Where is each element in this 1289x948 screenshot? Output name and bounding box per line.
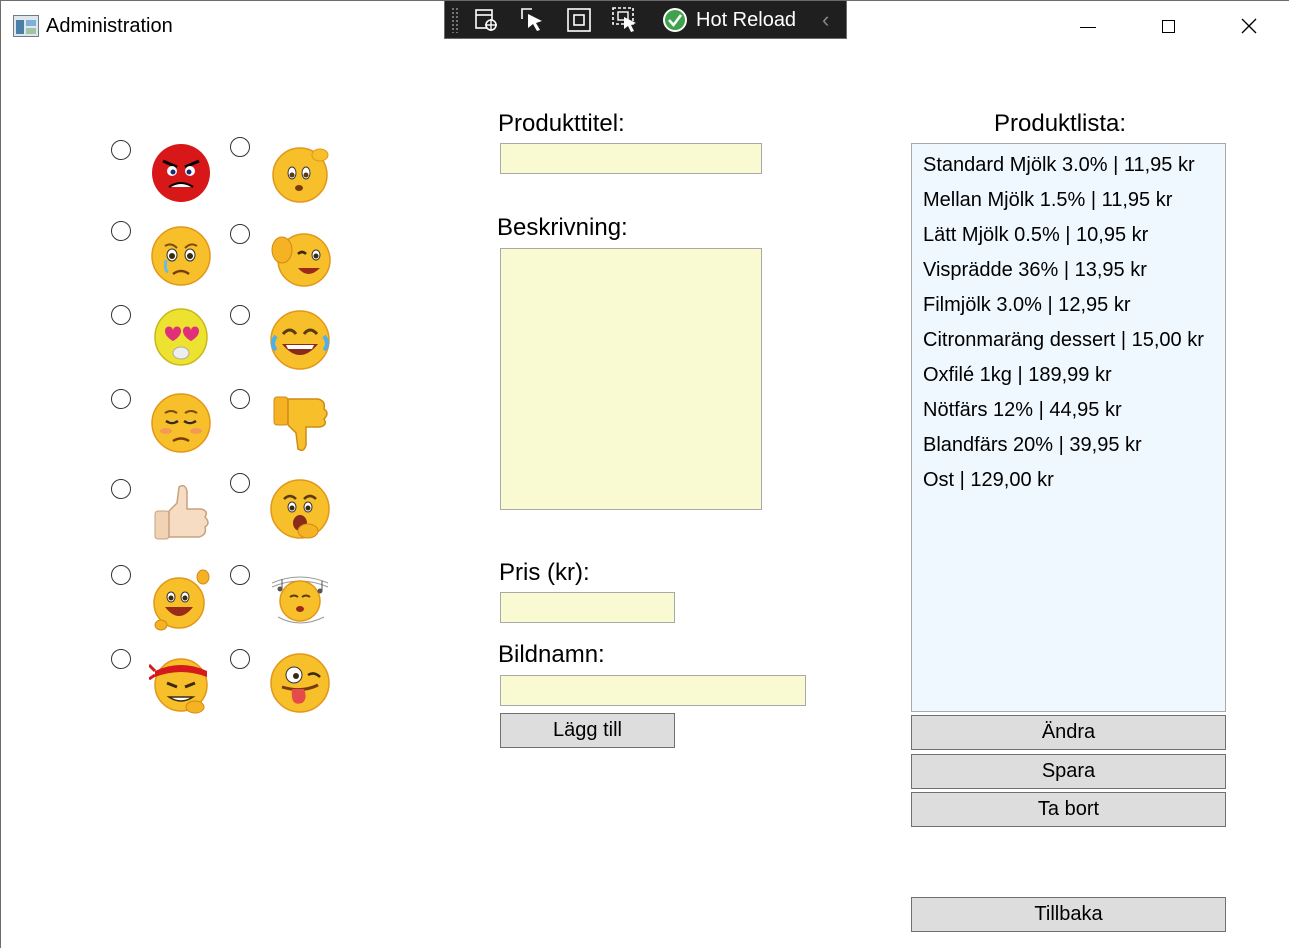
emoji-radio-7[interactable] bbox=[111, 389, 131, 409]
select-element-icon[interactable] bbox=[518, 5, 548, 35]
emoji-radio-9[interactable] bbox=[111, 479, 131, 499]
sad-blushing-face-icon bbox=[151, 393, 211, 453]
hot-reload-label[interactable]: Hot Reload bbox=[696, 9, 796, 32]
yawning-face-icon bbox=[270, 479, 330, 539]
minimize-icon bbox=[1080, 26, 1096, 28]
minimize-button[interactable] bbox=[1048, 0, 1128, 52]
emoji-radio-6[interactable] bbox=[230, 305, 250, 325]
price-input[interactable] bbox=[500, 592, 675, 623]
app-window-icon bbox=[13, 15, 39, 37]
thumbs-down-icon bbox=[273, 396, 328, 452]
tears-of-joy-face-icon bbox=[270, 310, 330, 370]
list-item[interactable]: Citronmaräng dessert | 15,00 kr bbox=[923, 329, 1204, 352]
live-visual-tree-icon[interactable] bbox=[472, 5, 502, 35]
delete-button[interactable]: Ta bort bbox=[911, 792, 1226, 827]
heart-eyes-face-icon bbox=[154, 308, 208, 366]
emoji-radio-10[interactable] bbox=[230, 473, 250, 493]
emoji-radio-4[interactable] bbox=[230, 224, 250, 244]
maximize-button[interactable] bbox=[1128, 0, 1208, 52]
emoji-radio-12[interactable] bbox=[230, 565, 250, 585]
crying-face-icon bbox=[151, 226, 211, 286]
debug-toolbar: Hot Reload ‹ bbox=[444, 0, 847, 39]
emoji-radio-13[interactable] bbox=[111, 649, 131, 669]
list-item[interactable]: Mellan Mjölk 1.5% | 11,95 kr bbox=[923, 189, 1172, 212]
close-button[interactable] bbox=[1209, 0, 1289, 52]
emoji-radio-8[interactable] bbox=[230, 389, 250, 409]
track-focused-element-icon[interactable] bbox=[610, 5, 640, 35]
product-list[interactable]: Standard Mjölk 3.0% | 11,95 kr Mellan Mj… bbox=[911, 143, 1226, 712]
display-layout-adorners-icon[interactable] bbox=[564, 5, 594, 35]
image-name-label: Bildnamn: bbox=[498, 641, 605, 668]
save-button[interactable]: Spara bbox=[911, 754, 1226, 789]
emoji-radio-3[interactable] bbox=[111, 221, 131, 241]
price-label: Pris (kr): bbox=[499, 559, 590, 586]
close-icon bbox=[1241, 18, 1257, 34]
emoji-radio-1[interactable] bbox=[111, 140, 131, 160]
list-item[interactable]: Ost | 129,00 kr bbox=[923, 469, 1054, 492]
confused-scratching-head-icon bbox=[272, 147, 329, 203]
product-title-input[interactable] bbox=[500, 143, 762, 174]
list-item[interactable]: Standard Mjölk 3.0% | 11,95 kr bbox=[923, 154, 1195, 177]
emoji-radio-5[interactable] bbox=[111, 305, 131, 325]
music-note-face-icon bbox=[271, 576, 329, 624]
thumbs-up-wink-face-icon bbox=[271, 233, 331, 287]
toolbar-grip-icon[interactable] bbox=[451, 7, 459, 33]
list-item[interactable]: Visprädde 36% | 13,95 kr bbox=[923, 259, 1147, 282]
hot-reload-check-icon[interactable] bbox=[662, 7, 688, 33]
maximize-icon bbox=[1161, 19, 1175, 33]
silly-tongue-face-icon bbox=[270, 653, 330, 713]
emoji-radio-2[interactable] bbox=[230, 137, 250, 157]
add-product-button[interactable]: Lägg till bbox=[500, 713, 675, 748]
list-item[interactable]: Lätt Mjölk 0.5% | 10,95 kr bbox=[923, 224, 1148, 247]
image-name-input[interactable] bbox=[500, 675, 806, 706]
thumbs-up-hand-icon bbox=[154, 484, 209, 540]
cheering-face-icon bbox=[153, 569, 210, 631]
list-item[interactable]: Filmjölk 3.0% | 12,95 kr bbox=[923, 294, 1131, 317]
product-list-label: Produktlista: bbox=[994, 110, 1127, 137]
description-label: Beskrivning: bbox=[497, 214, 628, 241]
ninja-headband-face-icon bbox=[149, 658, 208, 714]
description-textarea[interactable] bbox=[500, 248, 762, 510]
emoji-radio-14[interactable] bbox=[230, 649, 250, 669]
window-title: Administration bbox=[46, 15, 173, 37]
emoji-radio-11[interactable] bbox=[111, 565, 131, 585]
list-item[interactable]: Oxfilé 1kg | 189,99 kr bbox=[923, 364, 1112, 387]
back-button[interactable]: Tillbaka bbox=[911, 897, 1226, 932]
collapse-chevron-icon[interactable]: ‹ bbox=[822, 7, 829, 33]
product-title-label: Produkttitel: bbox=[498, 110, 625, 137]
list-item[interactable]: Nötfärs 12% | 44,95 kr bbox=[923, 399, 1122, 422]
angry-red-face-icon bbox=[152, 144, 210, 202]
list-item[interactable]: Blandfärs 20% | 39,95 kr bbox=[923, 434, 1142, 457]
edit-button[interactable]: Ändra bbox=[911, 715, 1226, 750]
